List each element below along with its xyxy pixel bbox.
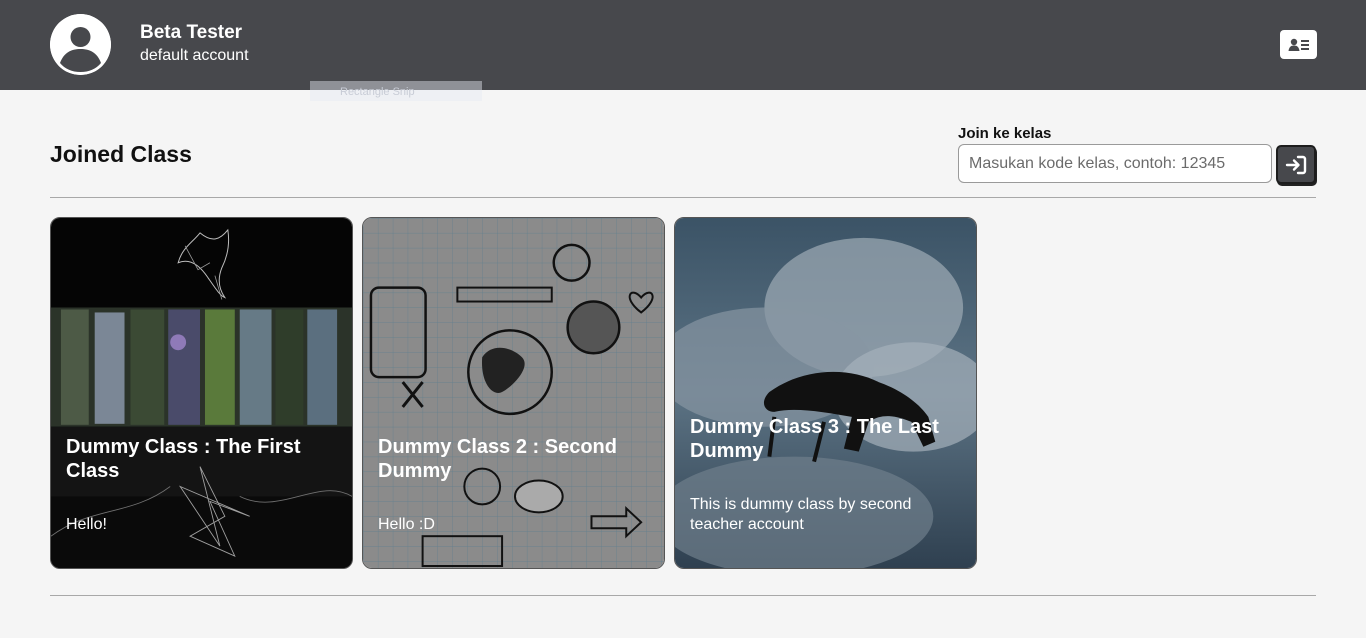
divider — [50, 197, 1316, 198]
join-class-label: Join ke kelas — [958, 125, 1052, 142]
class-code-input[interactable] — [958, 144, 1272, 183]
class-description: Hello! — [66, 516, 107, 533]
join-class-button[interactable] — [1276, 145, 1316, 184]
sign-in-icon — [1285, 155, 1307, 174]
screen-snip-tooltip: Rectangle Snip — [310, 81, 482, 101]
divider — [50, 595, 1316, 596]
class-card[interactable]: Dummy Class : The First Class Hello! — [50, 217, 353, 569]
class-title[interactable]: Dummy Class 2 : Second Dummy — [378, 435, 653, 483]
top-bar: Beta Tester default account — [0, 0, 1366, 90]
class-description: This is dummy class by second teacher ac… — [690, 496, 912, 533]
user-name: Beta Tester — [140, 22, 243, 43]
class-card[interactable]: Dummy Class 3 : The Last Dummy This is d… — [674, 217, 977, 569]
user-account-type: default account — [140, 47, 249, 64]
page-title: Joined Class — [50, 141, 192, 167]
class-title[interactable]: Dummy Class 3 : The Last Dummy — [690, 415, 965, 463]
user-avatar-icon[interactable] — [50, 14, 111, 75]
class-title[interactable]: Dummy Class : The First Class — [66, 435, 341, 483]
class-description: Hello :D — [378, 516, 435, 533]
class-card[interactable]: Dummy Class 2 : Second Dummy Hello :D — [362, 217, 665, 569]
id-card-icon[interactable] — [1280, 30, 1317, 59]
